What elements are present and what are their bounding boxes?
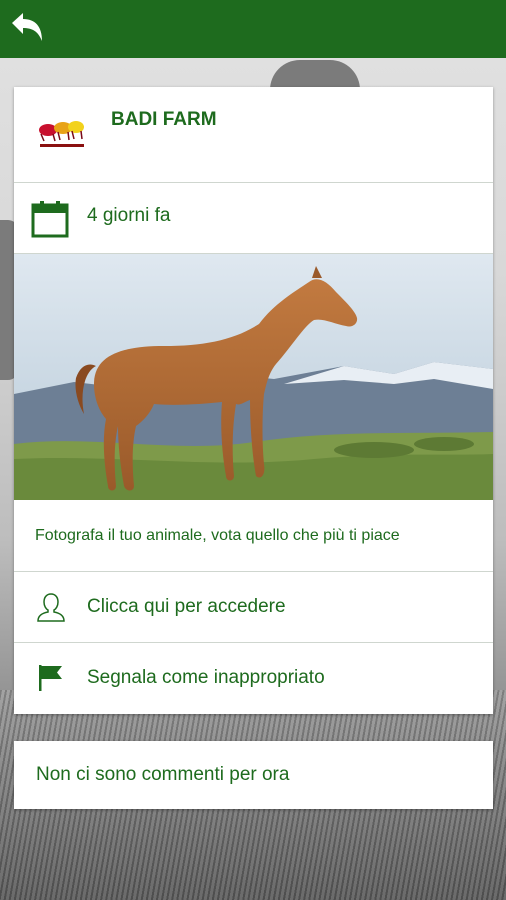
login-label: Clicca qui per accedere bbox=[87, 596, 286, 617]
top-app-bar bbox=[0, 0, 506, 58]
report-action[interactable]: Segnala come inappropriato bbox=[14, 643, 493, 713]
report-label: Segnala come inappropriato bbox=[87, 667, 325, 688]
back-button[interactable] bbox=[8, 9, 48, 49]
back-arrow-icon bbox=[12, 13, 42, 41]
badi-farm-logo bbox=[39, 121, 84, 147]
comments-card: Non ci sono commenti per ora bbox=[14, 741, 493, 809]
post-card: BADI FARM 4 giorni fa Fotografa il tuo a… bbox=[14, 87, 493, 714]
post-date-row: 4 giorni fa bbox=[14, 183, 493, 254]
post-time-ago: 4 giorni fa bbox=[87, 205, 171, 226]
post-caption: Fotografa il tuo animale, vota quello ch… bbox=[35, 527, 400, 544]
login-action[interactable]: Clicca qui per accedere bbox=[14, 572, 493, 643]
post-header: BADI FARM bbox=[14, 87, 493, 183]
author-name: BADI FARM bbox=[111, 109, 217, 130]
user-icon bbox=[37, 593, 65, 622]
flag-icon bbox=[39, 665, 62, 691]
post-caption-row: Fotografa il tuo animale, vota quello ch… bbox=[14, 501, 493, 572]
calendar-icon bbox=[31, 201, 69, 238]
horse-photo[interactable] bbox=[14, 254, 493, 500]
no-comments-label: Non ci sono commenti per ora bbox=[36, 764, 290, 785]
